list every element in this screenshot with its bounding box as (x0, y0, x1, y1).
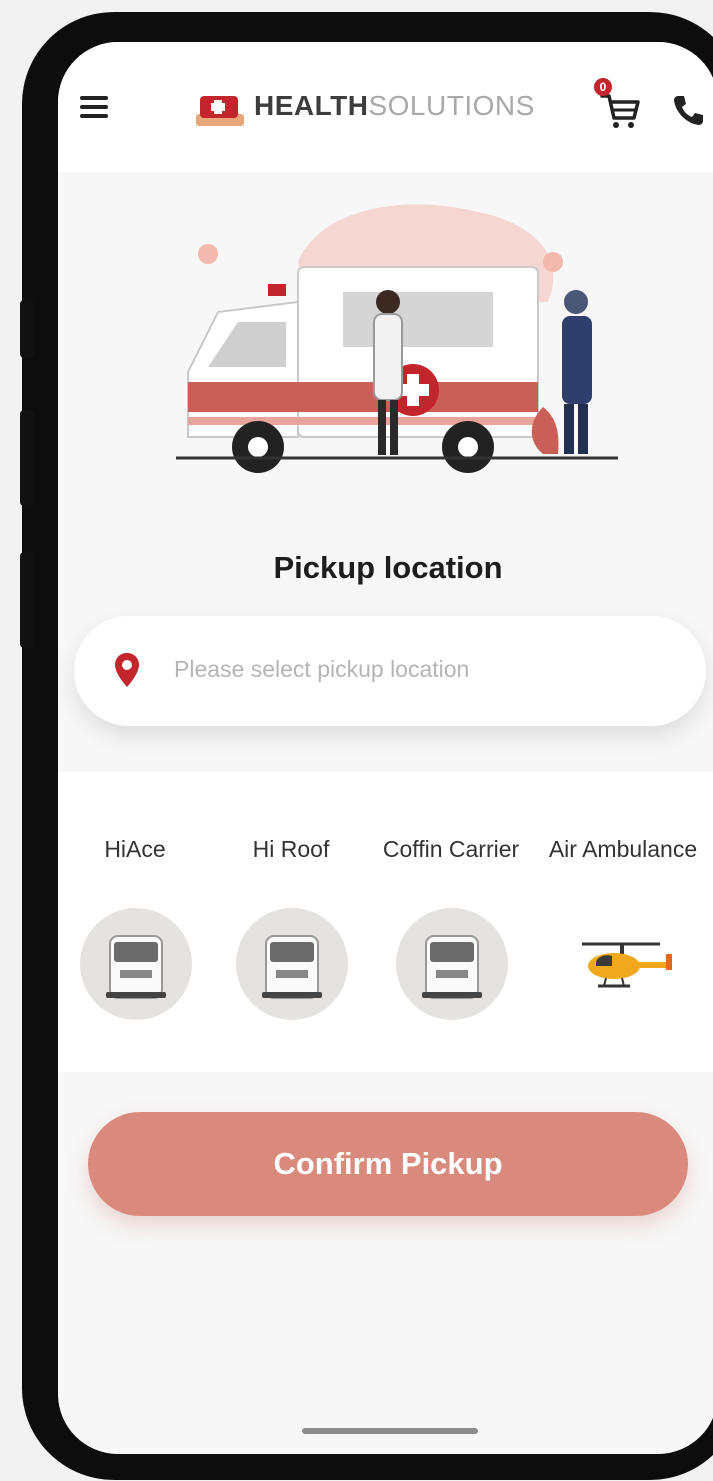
hamburger-menu-icon[interactable] (80, 96, 108, 118)
vehicle-type-selector: HiAce Hi Roof Coffin Carrier Air Ambulan… (58, 772, 713, 1072)
health-solutions-logo-icon (196, 96, 244, 126)
vehicle-option-air-ambulance[interactable]: Air Ambulance (548, 836, 698, 988)
logo-light-text: SOLUTIONS (368, 90, 535, 121)
vehicle-label: Air Ambulance (548, 836, 698, 862)
app-screen: HEALTHSOLUTIONS 0 Pickup location Please… (58, 42, 713, 1454)
pickup-location-input[interactable]: Please select pickup location (74, 616, 706, 726)
cart-count-badge: 0 (594, 78, 612, 96)
logo-bold-text: HEALTH (254, 90, 369, 121)
vehicle-label: Coffin Carrier (382, 836, 520, 862)
helicopter-icon (582, 942, 672, 988)
vehicle-option-coffin-carrier[interactable]: Coffin Carrier (376, 836, 526, 1020)
van-icon (80, 908, 192, 1020)
app-header: HEALTHSOLUTIONS 0 (58, 42, 713, 172)
mute-switch (20, 300, 34, 358)
ambulance-illustration (176, 204, 618, 473)
vehicle-label: HiAce (104, 836, 166, 862)
van-icon (236, 908, 348, 1020)
app-logo-text[interactable]: HEALTHSOLUTIONS (254, 90, 535, 122)
home-indicator[interactable] (302, 1428, 478, 1434)
vehicle-option-hi-roof[interactable]: Hi Roof (216, 836, 366, 1020)
confirm-pickup-button[interactable]: Confirm Pickup (88, 1112, 688, 1216)
volume-up-button (20, 410, 34, 506)
vehicle-option-hiace[interactable]: HiAce (60, 836, 210, 1020)
pickup-location-title: Pickup location (273, 550, 503, 585)
location-pin-icon (115, 653, 139, 687)
vehicle-label: Hi Roof (252, 836, 330, 862)
pickup-placeholder-text: Please select pickup location (174, 656, 470, 682)
volume-down-button (20, 552, 34, 648)
phone-call-icon[interactable] (670, 92, 706, 128)
van-icon (396, 908, 508, 1020)
